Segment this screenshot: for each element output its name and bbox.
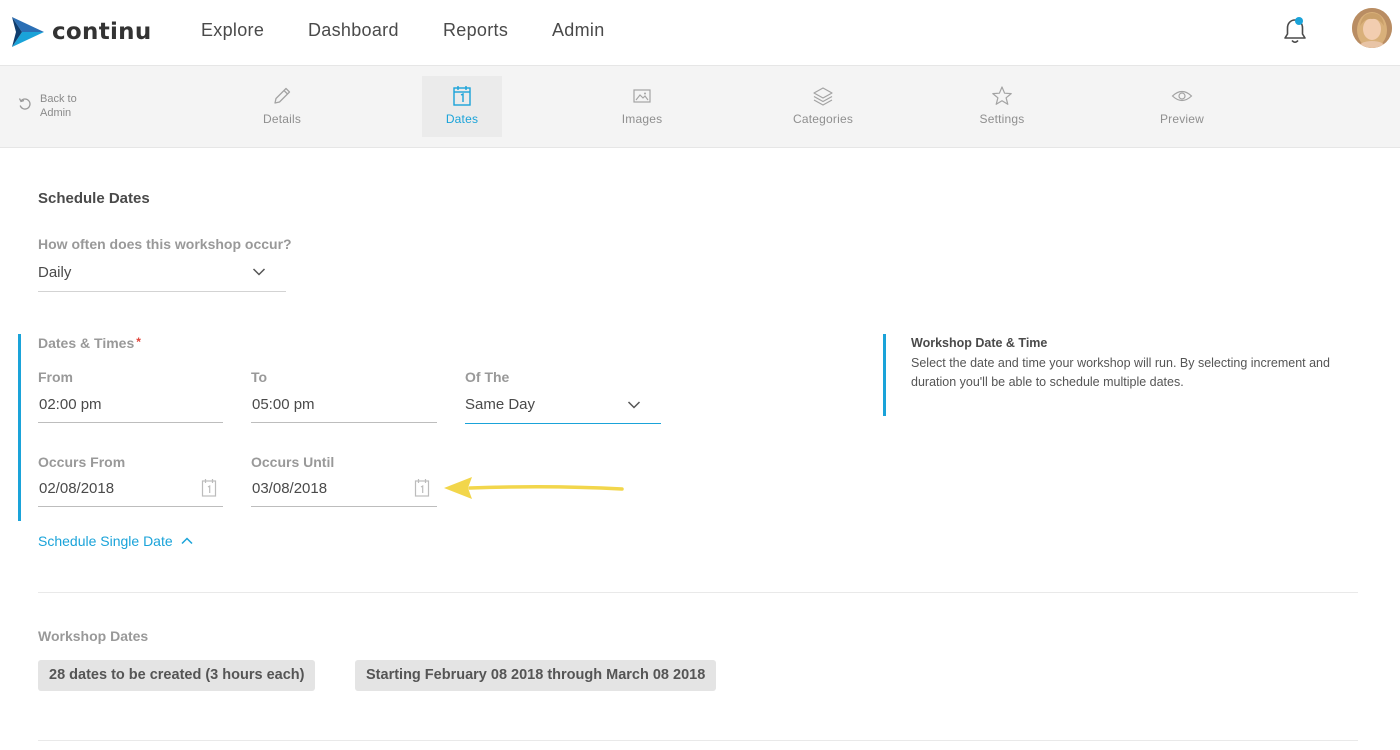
occurs-until-value: 03/08/2018 (252, 480, 328, 497)
tab-dates[interactable]: Dates (422, 76, 502, 137)
tab-settings[interactable]: Settings (962, 76, 1042, 137)
calendar-icon[interactable] (201, 478, 217, 498)
chevron-down-icon (627, 401, 641, 409)
occurs-until-input[interactable]: 03/08/2018 (251, 477, 437, 507)
help-title: Workshop Date & Time (911, 336, 1048, 350)
tab-settings-label: Settings (979, 112, 1025, 126)
occurs-until-label: Occurs Until (251, 454, 335, 470)
workshop-dates-label: Workshop Dates (38, 628, 149, 644)
occurs-from-input[interactable]: 02/08/2018 (38, 477, 223, 507)
image-icon (633, 89, 651, 103)
required-asterisk: * (136, 335, 141, 349)
nav-explore[interactable]: Explore (201, 20, 264, 41)
back-to-admin-button[interactable]: Back to Admin (18, 92, 92, 120)
avatar-image (1352, 8, 1392, 48)
date-range-badge: Starting February 08 2018 through March … (355, 660, 717, 691)
notification-dot (1295, 17, 1303, 25)
tab-details-label: Details (262, 112, 302, 126)
top-navigation-bar: continu Explore Dashboard Reports Admin (0, 0, 1400, 66)
to-time-value: 05:00 pm (252, 396, 315, 413)
help-text: Select the date and time your workshop w… (911, 356, 1330, 389)
tab-details[interactable]: Details (242, 76, 322, 137)
chevron-down-icon (252, 268, 266, 276)
bottom-divider (38, 740, 1358, 741)
dates-times-label: Dates & Times * (38, 335, 141, 351)
frequency-value: Daily (38, 264, 72, 281)
nav-admin[interactable]: Admin (552, 20, 605, 41)
occurs-from-label: Occurs From (38, 454, 126, 470)
star-icon (992, 86, 1012, 105)
continu-logo-icon (12, 17, 44, 47)
frequency-label: How often does this workshop occur? (38, 236, 292, 252)
undo-icon (18, 98, 31, 110)
schedule-single-date-link[interactable]: Schedule Single Date (38, 533, 193, 549)
dates-times-accent-bar (18, 334, 21, 521)
occurs-from-value: 02/08/2018 (39, 480, 115, 497)
tab-preview[interactable]: Preview (1142, 76, 1222, 137)
help-accent-bar (883, 334, 886, 416)
tab-images-label: Images (621, 112, 663, 126)
dates-times-text: Dates & Times (38, 335, 135, 351)
calendar-icon (453, 86, 471, 106)
to-time-input[interactable]: 05:00 pm (251, 393, 437, 423)
user-avatar[interactable] (1352, 8, 1392, 48)
of-the-value: Same Day (465, 396, 536, 413)
frequency-select[interactable]: Daily (38, 262, 286, 292)
logo-text: continu (52, 19, 152, 45)
nav-reports[interactable]: Reports (443, 20, 508, 41)
editor-tab-bar: Back to Admin Details Dates Images Categ… (0, 66, 1400, 148)
eye-icon (1171, 90, 1193, 102)
layers-icon (813, 87, 833, 106)
nav-dashboard[interactable]: Dashboard (308, 20, 399, 41)
tab-categories[interactable]: Categories (783, 76, 863, 137)
tab-categories-label: Categories (792, 112, 854, 126)
to-label: To (251, 369, 268, 385)
of-the-select[interactable]: Same Day (465, 394, 661, 424)
of-the-label: Of The (465, 369, 510, 385)
from-time-value: 02:00 pm (39, 396, 102, 413)
from-label: From (38, 369, 73, 385)
chevron-up-icon (181, 537, 193, 545)
tab-preview-label: Preview (1159, 112, 1205, 126)
schedule-single-date-label: Schedule Single Date (38, 533, 173, 549)
annotation-arrow (444, 477, 624, 499)
tab-images[interactable]: Images (602, 76, 682, 137)
from-time-input[interactable]: 02:00 pm (38, 393, 223, 423)
back-to-admin-label: Back to Admin (40, 93, 77, 119)
schedule-dates-title: Schedule Dates (38, 190, 150, 207)
tab-dates-label: Dates (445, 112, 479, 126)
continu-logo[interactable]: continu (12, 15, 152, 49)
calendar-icon[interactable] (414, 478, 430, 498)
pencil-icon (274, 87, 291, 104)
dates-count-badge: 28 dates to be created (3 hours each) (38, 660, 316, 691)
section-divider (38, 592, 1358, 593)
